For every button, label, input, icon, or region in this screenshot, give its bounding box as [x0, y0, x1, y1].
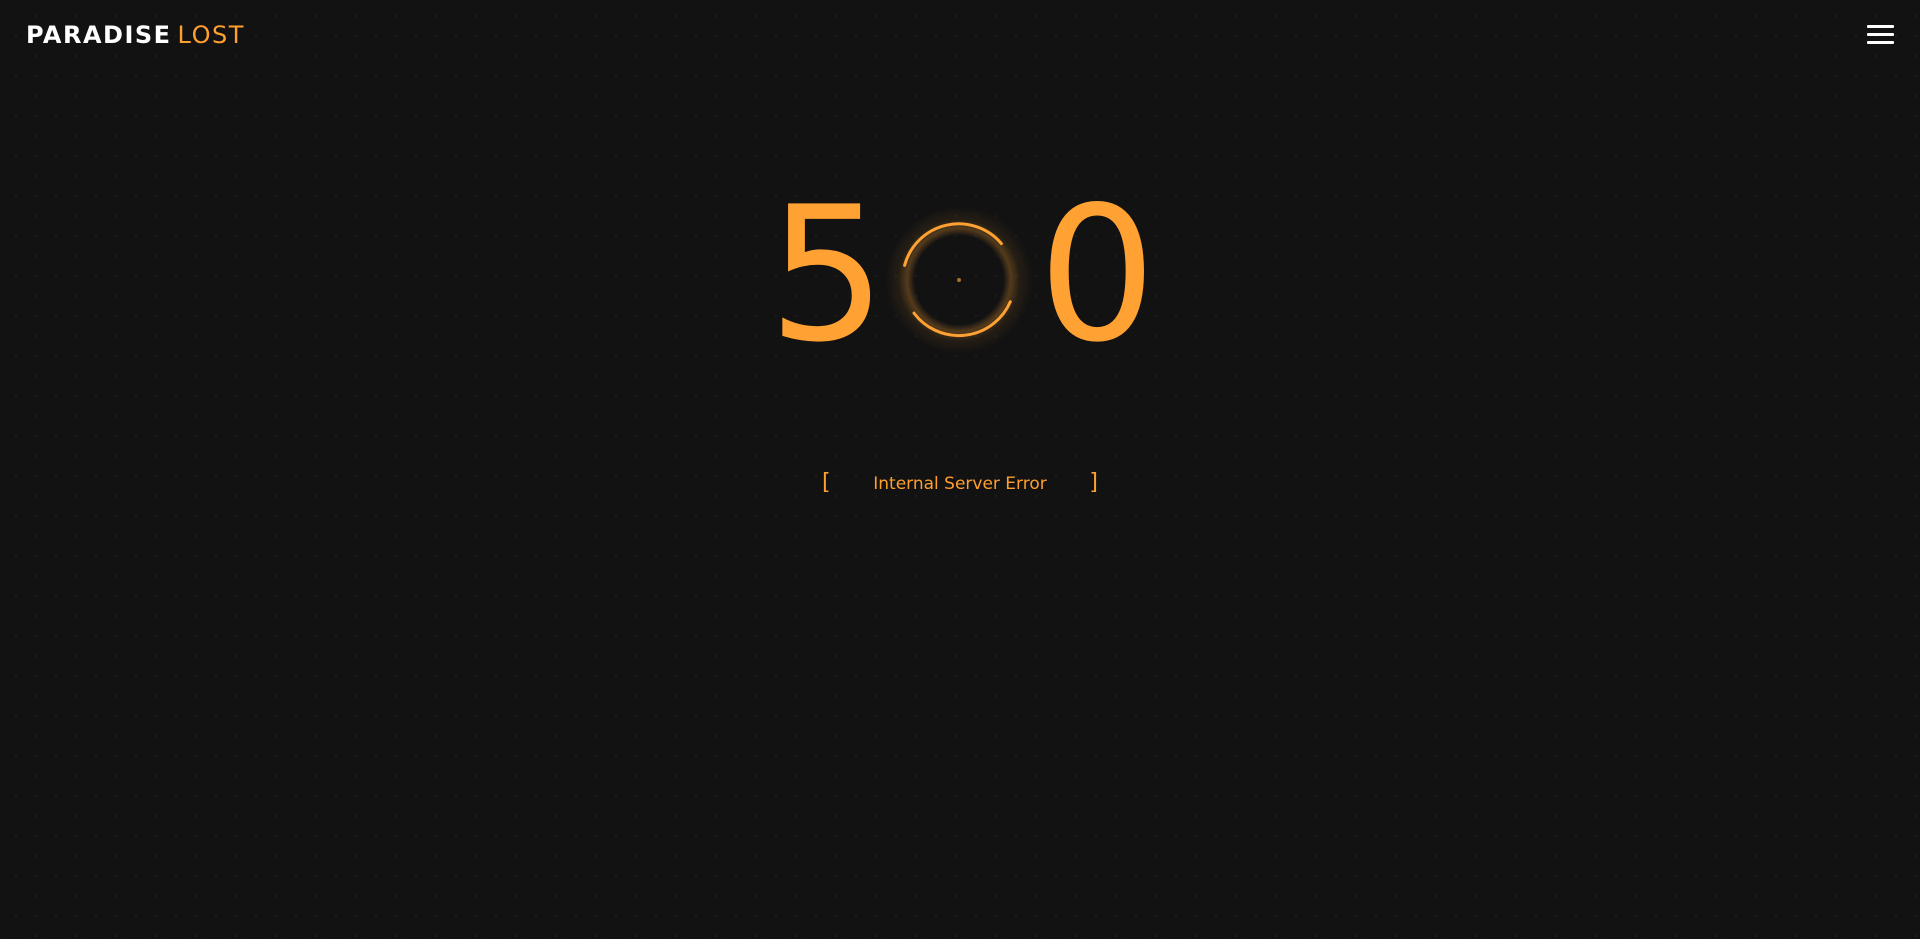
- menu-bar-top: [1867, 25, 1894, 28]
- error-message-box: [ Internal Server Error ]: [822, 468, 1098, 500]
- menu-bar-bottom: [1867, 41, 1894, 44]
- logo-primary-text: PARADISE: [26, 21, 172, 49]
- error-code: 5 0: [760, 166, 1160, 383]
- bracket-right: ]: [1089, 470, 1098, 495]
- menu-bar-middle: [1867, 33, 1894, 36]
- loading-ring-icon: [884, 205, 1034, 355]
- error-message: Internal Server Error: [873, 474, 1047, 494]
- error-digit-last: 0: [1038, 166, 1157, 383]
- error-digit-first: 5: [768, 166, 887, 383]
- logo-accent-text: LOST: [177, 21, 245, 49]
- site-logo[interactable]: PARADISE LOST: [26, 20, 245, 50]
- hamburger-menu-icon[interactable]: [1867, 24, 1894, 46]
- site-header: PARADISE LOST: [0, 0, 1920, 70]
